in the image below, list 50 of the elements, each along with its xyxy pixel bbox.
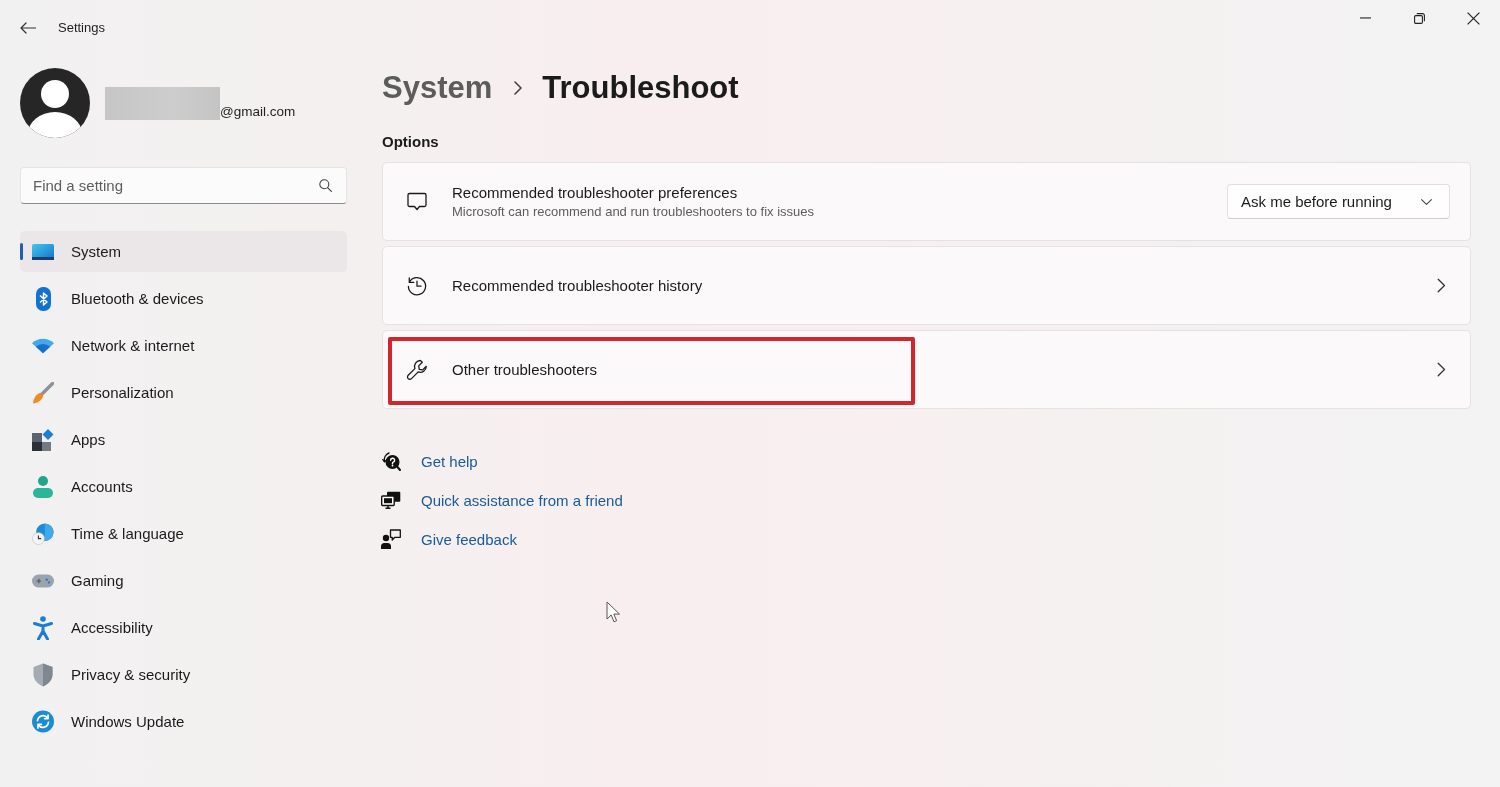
bluetooth-icon bbox=[35, 286, 51, 311]
wrench-icon bbox=[405, 357, 429, 382]
person-icon bbox=[33, 475, 53, 498]
sidebar-item[interactable]: Privacy & security bbox=[20, 654, 347, 695]
globe-clock-icon bbox=[32, 521, 54, 546]
sidebar-item[interactable]: Time & language bbox=[20, 513, 347, 554]
shield-icon bbox=[33, 662, 53, 687]
sidebar-item[interactable]: Personalization bbox=[20, 372, 347, 413]
minimize-icon bbox=[1359, 17, 1371, 19]
help-link[interactable]: Get help bbox=[421, 452, 478, 470]
settings-row[interactable]: Recommended troubleshooter history bbox=[382, 246, 1471, 325]
mouse-pointer-icon bbox=[606, 601, 620, 623]
chevron-right-icon bbox=[1437, 362, 1446, 377]
search-field[interactable]: Find a setting bbox=[20, 167, 347, 204]
window-title: Settings bbox=[58, 20, 105, 36]
dropdown-button[interactable]: Ask me before running bbox=[1227, 184, 1450, 219]
search-icon bbox=[319, 179, 332, 192]
help-link[interactable]: Quick assistance from a friend bbox=[421, 491, 623, 509]
caret-down-icon bbox=[1421, 198, 1432, 205]
setting-description: Microsoft can recommend and run troubleshooters to fix issues bbox=[452, 203, 814, 220]
setting-title: Recommended troubleshooter preferences bbox=[452, 183, 739, 203]
accessibility-icon bbox=[33, 615, 53, 640]
chevron-right-icon bbox=[514, 81, 523, 95]
game-controller-icon bbox=[32, 572, 54, 589]
apps-icon bbox=[32, 428, 54, 451]
settings-row[interactable]: Other troubleshooters bbox=[382, 330, 1471, 409]
wifi-icon bbox=[32, 337, 54, 354]
account-email: @gmail.com bbox=[220, 103, 296, 120]
sidebar-item[interactable]: System bbox=[20, 231, 347, 272]
arrow-left-icon bbox=[20, 22, 36, 34]
sidebar-item[interactable]: Bluetooth & devices bbox=[20, 278, 347, 319]
monitor-icon bbox=[32, 243, 54, 260]
sidebar-item[interactable]: Network & internet bbox=[20, 325, 347, 366]
two-monitors-icon bbox=[381, 491, 401, 509]
chevron-right-icon bbox=[1437, 278, 1446, 293]
close-icon bbox=[1466, 11, 1480, 25]
sidebar-item[interactable]: Apps bbox=[20, 419, 347, 460]
help-link[interactable]: Give feedback bbox=[421, 530, 517, 548]
breadcrumb-link[interactable]: System bbox=[382, 68, 493, 108]
sync-icon bbox=[32, 710, 54, 733]
sidebar-item[interactable]: Windows Update bbox=[20, 701, 347, 742]
sidebar-item[interactable]: Gaming bbox=[20, 560, 347, 601]
paintbrush-icon bbox=[32, 381, 54, 404]
sidebar-item[interactable]: Accessibility bbox=[20, 607, 347, 648]
feedback-person-icon bbox=[381, 529, 401, 549]
restore-icon bbox=[1413, 12, 1425, 24]
sidebar-item[interactable]: Accounts bbox=[20, 466, 347, 507]
page-title: Troubleshoot bbox=[542, 69, 739, 107]
help-bubble-icon bbox=[381, 451, 401, 471]
section-heading: Options bbox=[382, 132, 440, 152]
